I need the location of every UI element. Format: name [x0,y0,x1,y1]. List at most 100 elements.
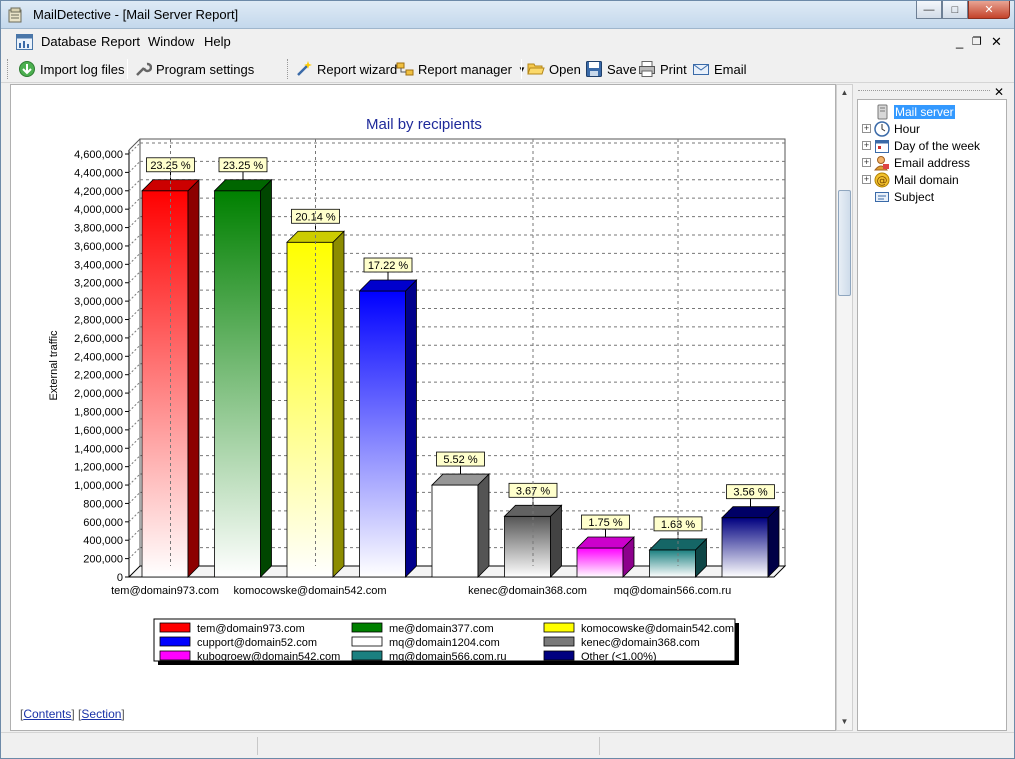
tree-item-hour[interactable]: + Hour [858,120,920,137]
program-settings-button[interactable]: Program settings [134,59,254,79]
mail-by-recipients-chart: Mail by recipients 0 200,000 400,000 600,000… [48,116,807,665]
y-tick-label: 1,800,000 [74,406,123,418]
envelope-icon [693,64,709,75]
menu-window[interactable]: Window [148,34,194,49]
tree-item-mail-server[interactable]: Mail server [858,103,955,120]
tree-item-label: Mail server [894,104,955,119]
bar-front [214,190,261,578]
legend-entry: mq@domain1204.com [389,637,500,649]
bar-side [260,178,272,578]
expand-plus-icon[interactable]: + [862,175,871,184]
clock-icon [874,120,890,137]
legend-swatch [351,636,383,647]
scroll-thumb[interactable] [838,190,851,296]
bar-front [721,517,769,578]
legend-swatch [543,622,575,633]
y-tick-label: 0 [117,572,123,584]
chart-title: Mail by recipients [366,116,482,133]
settings-label: Program settings [156,61,255,77]
email-label: Email [714,61,747,77]
report-manager-button[interactable]: Report manager ▼ [396,59,526,79]
panel-close-icon[interactable]: ✕ [994,85,1004,99]
tree-item-mail-domain[interactable]: + @ Mail domain [858,171,959,188]
bar-side [332,230,345,578]
import-icon [19,61,35,77]
person-icon [874,155,889,170]
bar-front [359,290,406,578]
server-icon [877,104,888,119]
y-tick-label: 3,000,000 [74,296,123,308]
legend-entry: kubogroew@domain542.com [197,651,340,663]
expand-plus-icon[interactable]: + [862,158,871,167]
y-tick-label: 2,200,000 [74,370,123,382]
restore-button[interactable]: □ [942,1,968,19]
minimize-icon: — [923,3,935,16]
data-label: 23.25 % [223,160,264,172]
mdi-close-icon[interactable]: ✕ [991,34,1002,50]
email-button[interactable]: Email [692,59,747,79]
bar-front [576,547,624,578]
data-label: 17.22 % [368,260,409,272]
bar-side [187,178,200,578]
contents-link[interactable]: Contents [23,707,71,721]
scroll-up-arrow-icon[interactable]: ▲ [837,85,852,101]
data-label: 5.52 % [443,454,477,466]
y-tick-label: 1,000,000 [74,480,123,492]
expand-plus-icon[interactable]: + [862,124,871,133]
menu-help[interactable]: Help [204,34,231,49]
tree-item-label: Day of the week [894,138,981,153]
tree-item-label: Mail domain [894,172,959,187]
tree-item-label: Subject [894,189,935,204]
toolbar-grip[interactable] [287,59,290,79]
y-tick-label: 3,800,000 [74,223,123,235]
floppy-disk-icon [586,61,602,77]
mdi-minimize-icon[interactable]: _ [956,34,963,49]
x-tick-label: komocowske@domain542.com [233,585,386,597]
legend-entry: kenec@domain368.com [581,637,700,649]
y-axis-title: External traffic [48,330,60,401]
legend-entry: mq@domain566.com.ru [389,651,507,663]
save-label: Save [607,61,637,77]
print-button[interactable]: Print [638,59,687,79]
import-log-files-button[interactable]: Import log files [18,59,125,79]
legend-entry: Other (<1.00%) [581,651,657,663]
svg-text:@: @ [877,174,888,187]
printer-icon [639,61,655,77]
close-button[interactable]: ✕ [968,1,1010,19]
report-vertical-scrollbar[interactable]: ▲ ▼ [836,84,853,731]
bar-side [767,505,780,578]
bar-front [431,484,479,578]
import-label: Import log files [40,61,125,77]
tree-item-day-of-the-week[interactable]: + Day of the week [858,137,980,154]
report-wizard-button[interactable]: Report wizard [295,59,397,79]
bar-front [504,515,551,578]
minimize-button[interactable]: — [916,1,942,19]
window-title: MailDetective - [Mail Server Report] [33,7,239,22]
tree-item-subject[interactable]: Subject [858,188,934,205]
y-tick-label: 4,200,000 [74,186,123,198]
scroll-down-arrow-icon[interactable]: ▼ [837,714,852,730]
app-icon [8,7,22,23]
document-icon[interactable] [16,34,33,50]
section-link[interactable]: Section [81,707,121,721]
bar-side [477,473,490,578]
y-tick-label: 2,400,000 [74,351,123,363]
status-pane-divider [599,737,600,755]
y-tick-label: 1,200,000 [74,462,123,474]
expand-plus-icon[interactable]: + [862,141,871,150]
y-tick-label: 1,400,000 [74,443,123,455]
x-tick-label: kenec@domain368.com [468,585,587,597]
y-tick-label: 600,000 [83,517,123,529]
x-tick-label: mq@domain566.com.ru [614,585,732,597]
toolbar-grip[interactable] [7,59,10,79]
panel-grip[interactable] [858,90,990,92]
mdi-restore-icon[interactable]: ❐ [972,35,982,48]
open-button[interactable]: Open [527,59,581,79]
menu-report[interactable]: Report [101,34,140,49]
y-tick-label: 3,200,000 [74,278,123,290]
y-tick-label: 2,600,000 [74,333,123,345]
tree-item-email-address[interactable]: + Email address [858,154,970,171]
save-button[interactable]: Save [585,59,637,79]
menu-bar: Database Report Window Help _ ❐ ✕ [1,29,1014,55]
menu-database[interactable]: Database [41,34,97,49]
